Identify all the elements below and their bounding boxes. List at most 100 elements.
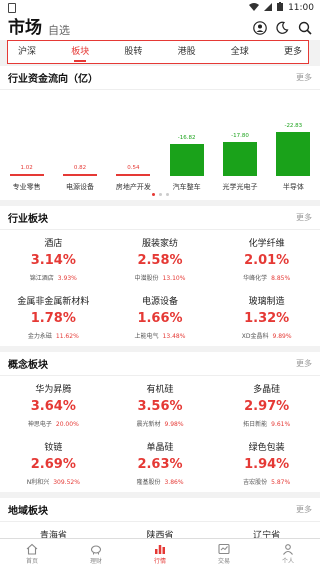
sector-name: 青海省 xyxy=(39,531,67,538)
person-icon xyxy=(282,543,294,555)
flow-value: -17.80 xyxy=(231,132,249,139)
leading-stock-change: 3.93% xyxy=(57,275,77,282)
sector-change: 1.78% xyxy=(30,311,76,326)
sector-name: 陕西省 xyxy=(146,531,174,538)
sector-grid: 青海省0.81%广誉远6.76%陕西省0.62%炼整股份9.99%辽宁省0.42… xyxy=(0,522,320,538)
sector-change: 3.56% xyxy=(137,399,183,414)
sector-cell[interactable]: 玻璃制造 1.32% XD金晶科 9.89% xyxy=(213,288,320,346)
trade-icon xyxy=(218,543,230,555)
tab-shanghai-shenzhen[interactable]: 沪深 xyxy=(18,42,36,63)
flow-bar xyxy=(63,174,97,176)
page-title: 市场 xyxy=(8,18,42,38)
nav-item[interactable]: 理财 xyxy=(64,539,128,568)
leading-stock-change: 309.52% xyxy=(53,479,80,486)
sector-cell[interactable]: 金属非金属新材料 1.78% 金力永磁 11.62% xyxy=(0,288,107,346)
search-icon[interactable] xyxy=(297,20,313,36)
nav-item[interactable]: 交易 xyxy=(192,539,256,568)
more-link[interactable]: 更多 xyxy=(296,358,312,369)
leading-stock-name: 金力永磁 xyxy=(27,333,52,340)
leading-stock: 金力永磁 11.62% xyxy=(0,331,107,340)
flow-bars: 1.02 专业零售 0.82 电源设备 0.54 房地产开发 -16.82 汽车整车 -17.8… xyxy=(0,98,320,191)
leading-stock-change: 9.98% xyxy=(164,421,184,428)
nav-item[interactable]: 行情 xyxy=(128,539,192,568)
leading-stock-change: 13.10% xyxy=(162,275,186,282)
main-content: 行业资金流向（亿） 更多 1.02 专业零售 0.82 电源设备 0.54 房地产开发 -1… xyxy=(0,66,320,538)
sector-change: 3.64% xyxy=(30,399,76,414)
sector-cell[interactable]: 陕西省0.62%炼整股份9.99% xyxy=(107,522,214,538)
section-title: 概念板块 xyxy=(8,360,48,371)
flow-label: 电源设备 xyxy=(66,183,94,191)
leading-stock-name: 华峰化学 xyxy=(243,275,268,282)
leading-stock-change: 3.86% xyxy=(164,479,184,486)
leading-stock: 上能电气 13.48% xyxy=(107,331,214,340)
flow-label: 光学光电子 xyxy=(222,183,258,191)
more-link[interactable]: 更多 xyxy=(296,212,312,223)
more-link[interactable]: 更多 xyxy=(296,72,312,83)
sector-cell[interactable]: 钕链 2.69% N利和兴 309.52% xyxy=(0,434,107,492)
nav-item[interactable]: 首页 xyxy=(0,539,64,568)
leading-stock: 中潜股份 13.10% xyxy=(107,273,214,282)
account-icon[interactable] xyxy=(252,20,268,36)
sector-change: 1.94% xyxy=(244,457,290,472)
nav-item[interactable]: 个人 xyxy=(256,539,320,568)
sector-cell[interactable]: 酒店 3.14% 锦江酒店 3.93% xyxy=(0,230,107,288)
signal-icon xyxy=(264,2,273,14)
wifi-icon xyxy=(249,2,260,14)
leading-stock: 隆基股份 3.86% xyxy=(107,477,214,486)
home-icon xyxy=(26,543,38,555)
bottom-nav: 首页 理财 行情 交易 个人 xyxy=(0,538,320,568)
status-bar: 11:00 xyxy=(0,0,320,16)
section-title: 地域板块 xyxy=(8,506,48,517)
nav-label: 交易 xyxy=(217,557,230,565)
section-title: 行业板块 xyxy=(8,214,48,225)
sector-name: 电源设备 xyxy=(141,297,178,307)
sector-grid: 酒店 3.14% 锦江酒店 3.93% 服装家纺 2.58% 中潜股份 13.10% 化学纤维 2… xyxy=(0,230,320,346)
bar-chart-icon xyxy=(154,543,166,555)
leading-stock-name: 中潜股份 xyxy=(134,275,159,282)
sector-cell[interactable]: 辽宁省0.42%华锦股份10.07% xyxy=(213,522,320,538)
leading-stock: 吉宏股份 5.87% xyxy=(213,477,320,486)
battery-icon xyxy=(277,2,284,14)
pager-dot xyxy=(151,193,155,196)
nav-label: 理财 xyxy=(89,557,102,565)
tab-more[interactable]: 更多 xyxy=(284,42,302,63)
sector-cell[interactable]: 服装家纺 2.58% 中潜股份 13.10% xyxy=(107,230,214,288)
sector-cell[interactable]: 青海省0.81%广誉远6.76% xyxy=(0,522,107,538)
sector-cell[interactable]: 化学纤维 2.01% 华峰化学 8.85% xyxy=(213,230,320,288)
capital-flow-chart[interactable]: 1.02 专业零售 0.82 电源设备 0.54 房地产开发 -16.82 汽车整车 -17.8… xyxy=(0,90,320,200)
sector-change: 2.97% xyxy=(244,399,290,414)
flow-label: 汽车整车 xyxy=(172,183,201,191)
leading-stock-change: 5.87% xyxy=(271,479,291,486)
tab-hong-kong[interactable]: 港股 xyxy=(178,42,196,63)
leading-stock-name: N利和兴 xyxy=(26,479,50,486)
sector-grid: 华为昇腾 3.64% 神思电子 20.00% 有机硅 3.56% 晨光新材 9.98% 多晶硅 2… xyxy=(0,376,320,492)
sector-name: 有机硅 xyxy=(146,385,174,395)
more-link[interactable]: 更多 xyxy=(296,504,312,515)
tab-sectors[interactable]: 板块 xyxy=(71,42,89,63)
sector-cell[interactable]: 单晶硅 2.63% 隆基股份 3.86% xyxy=(107,434,214,492)
sector-cell[interactable]: 电源设备 1.66% 上能电气 13.48% xyxy=(107,288,214,346)
sector-name: 服装家纺 xyxy=(141,239,178,249)
sector-cell[interactable]: 有机硅 3.56% 晨光新材 9.98% xyxy=(107,376,214,434)
sector-cell[interactable]: 多晶硅 2.97% 拓日新能 9.61% xyxy=(213,376,320,434)
sector-name: 玻璃制造 xyxy=(248,297,285,307)
tab-neeq[interactable]: 股转 xyxy=(124,42,142,63)
sector-cell[interactable]: 绿色包装 1.94% 吉宏股份 5.87% xyxy=(213,434,320,492)
leading-stock-change: 9.61% xyxy=(271,421,291,428)
tab-global[interactable]: 全球 xyxy=(231,42,249,63)
sector-change: 3.14% xyxy=(30,253,76,268)
sector-cell[interactable]: 华为昇腾 3.64% 神思电子 20.00% xyxy=(0,376,107,434)
flow-value: -16.82 xyxy=(177,134,196,141)
leading-stock-change: 9.89% xyxy=(272,333,292,340)
leading-stock-name: 神思电子 xyxy=(27,421,52,428)
sector-name: 化学纤维 xyxy=(248,239,285,249)
sim-icon xyxy=(8,3,16,13)
leading-stock-name: XD金晶科 xyxy=(241,333,269,340)
leading-stock-name: 隆基股份 xyxy=(136,479,161,486)
leading-stock: XD金晶科 9.89% xyxy=(213,331,320,340)
night-mode-icon[interactable] xyxy=(274,20,290,36)
watchlist-tab[interactable]: 自选 xyxy=(48,22,70,38)
leading-stock: N利和兴 309.52% xyxy=(0,477,107,486)
piggy-bank-icon xyxy=(90,543,102,555)
sector-name: 单晶硅 xyxy=(146,443,174,453)
